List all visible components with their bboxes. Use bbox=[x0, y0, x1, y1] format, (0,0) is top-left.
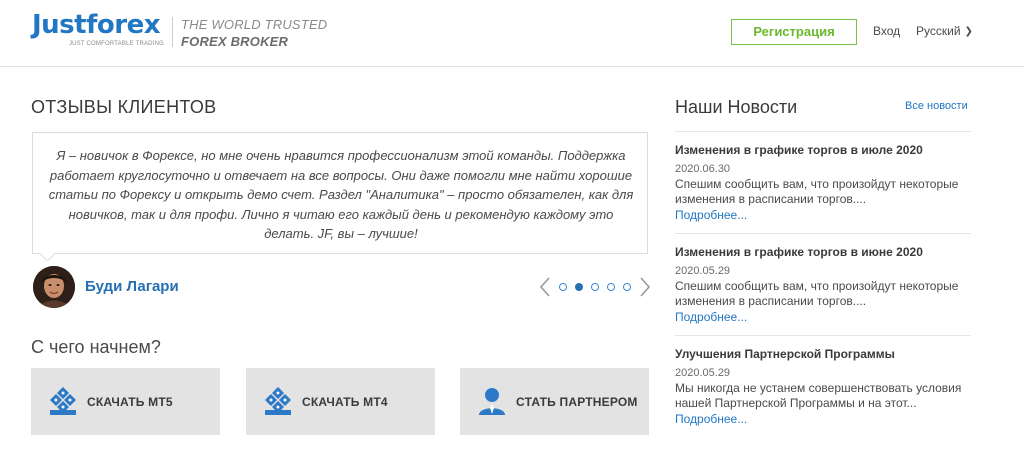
news-item-title[interactable]: Изменения в графике торгов в июне 2020 bbox=[675, 245, 971, 260]
download-mt4-tile[interactable]: СКАЧАТЬ MT4 bbox=[246, 368, 435, 435]
partner-person-icon bbox=[476, 385, 508, 417]
news-divider bbox=[675, 335, 971, 336]
tile-label: СТАТЬ ПАРТНЕРОМ bbox=[516, 395, 638, 409]
news-item-more-link[interactable]: Подробнее... bbox=[675, 310, 971, 325]
news-title: Наши Новости bbox=[675, 97, 798, 117]
news-divider bbox=[675, 131, 971, 132]
language-label: Русский bbox=[916, 24, 961, 38]
news-item-date: 2020.05.29 bbox=[675, 265, 731, 277]
mt5-download-icon bbox=[47, 385, 79, 417]
news-item: Изменения в графике торгов в июне 2020 2… bbox=[675, 245, 971, 325]
prev-arrow-icon[interactable] bbox=[538, 276, 552, 298]
pager-dot-4[interactable] bbox=[607, 283, 615, 291]
review-quote-box: Я – новичок в Форексе, но мне очень нрав… bbox=[32, 132, 648, 254]
review-quote-text: Я – новичок в Форексе, но мне очень нрав… bbox=[48, 148, 634, 241]
all-news-link[interactable]: Все новости bbox=[905, 100, 968, 112]
logo-name: Justforex bbox=[32, 10, 161, 40]
news-item: Изменения в графике торгов в июле 2020 2… bbox=[675, 143, 971, 223]
quote-pointer bbox=[40, 253, 54, 261]
become-partner-tile[interactable]: СТАТЬ ПАРТНЕРОМ bbox=[460, 368, 649, 435]
news-item-date: 2020.05.29 bbox=[675, 367, 731, 379]
news-item: Улучшения Партнерской Программы 2020.05.… bbox=[675, 347, 971, 427]
review-author: Буди Лагари bbox=[85, 278, 179, 295]
news-item-title[interactable]: Улучшения Партнерской Программы bbox=[675, 347, 971, 362]
news-item-text: Спешим сообщить вам, что произойдут неко… bbox=[675, 279, 959, 308]
tile-label: СКАЧАТЬ MT4 bbox=[302, 395, 388, 409]
news-item-text: Мы никогда не устанем совершенствовать у… bbox=[675, 381, 962, 410]
download-mt5-tile[interactable]: СКАЧАТЬ MT5 bbox=[31, 368, 220, 435]
pager-dot-2[interactable] bbox=[575, 283, 583, 291]
news-item-text: Спешим сообщить вам, что произойдут неко… bbox=[675, 177, 959, 206]
slogan: THE WORLD TRUSTED FOREX BROKER bbox=[181, 16, 327, 50]
chevron-down-icon: ❯ bbox=[964, 26, 973, 37]
pager-dot-3[interactable] bbox=[591, 283, 599, 291]
slogan-line-2: FOREX BROKER bbox=[181, 34, 289, 49]
news-item-more-link[interactable]: Подробнее... bbox=[675, 208, 971, 223]
logo-divider bbox=[172, 17, 173, 47]
start-title: С чего начнем? bbox=[31, 337, 161, 357]
next-arrow-icon[interactable] bbox=[638, 276, 652, 298]
news-item-more-link[interactable]: Подробнее... bbox=[675, 412, 971, 427]
login-link[interactable]: Вход bbox=[873, 24, 900, 38]
site-header: Justforex JUST COMFORTABLE TRADING THE W… bbox=[0, 0, 1024, 67]
avatar bbox=[33, 266, 75, 308]
reviews-title: ОТЗЫВЫ КЛИЕНТОВ bbox=[31, 97, 217, 117]
mt4-download-icon bbox=[262, 385, 294, 417]
language-selector[interactable]: Русский ❯ bbox=[916, 24, 973, 38]
news-item-title[interactable]: Изменения в графике торгов в июле 2020 bbox=[675, 143, 971, 158]
news-divider bbox=[675, 233, 971, 234]
news-item-date: 2020.06.30 bbox=[675, 163, 731, 175]
tile-label: СКАЧАТЬ MT5 bbox=[87, 395, 173, 409]
pager-dot-5[interactable] bbox=[623, 283, 631, 291]
register-button[interactable]: Регистрация bbox=[731, 19, 857, 45]
review-pager bbox=[538, 276, 652, 298]
justforex-logo[interactable]: Justforex JUST COMFORTABLE TRADING bbox=[32, 12, 164, 48]
pager-dot-1[interactable] bbox=[559, 283, 567, 291]
logo-tagline: JUST COMFORTABLE TRADING bbox=[68, 41, 164, 47]
slogan-line-1: THE WORLD TRUSTED bbox=[181, 17, 328, 32]
